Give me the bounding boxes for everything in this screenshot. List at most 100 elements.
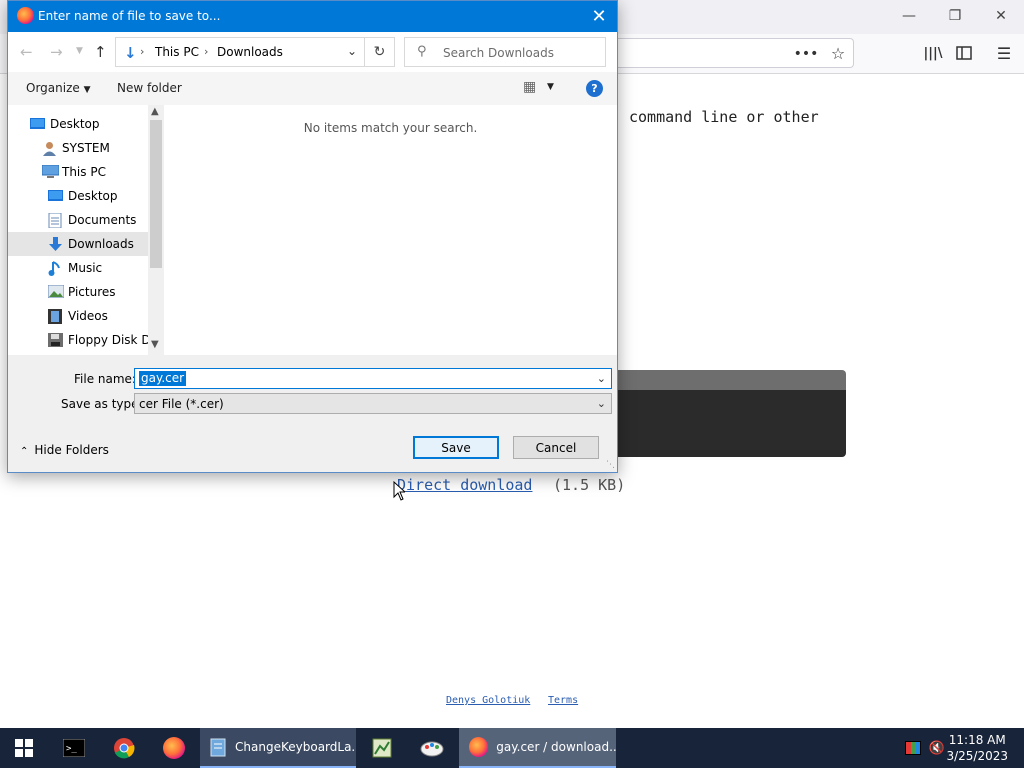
sidebar-item-label: Pictures bbox=[68, 285, 116, 299]
taskbar-task-firefox[interactable]: gay.cer / download... bbox=[459, 728, 616, 768]
sidebar-item-label: Videos bbox=[68, 309, 108, 323]
search-icon: ⚲ bbox=[417, 44, 427, 59]
restore-icon[interactable]: ❐ bbox=[932, 0, 978, 32]
firefox-icon bbox=[469, 737, 489, 757]
minimize-icon[interactable]: — bbox=[886, 0, 932, 32]
chevron-down-icon: ⌄ bbox=[596, 397, 606, 410]
sidebar-icon[interactable] bbox=[954, 43, 974, 63]
cancel-button[interactable]: Cancel bbox=[513, 436, 599, 459]
view-options-icon[interactable]: ▦ bbox=[523, 79, 536, 95]
terminal-icon[interactable]: >_ bbox=[50, 728, 98, 768]
breadcrumb-this-pc[interactable]: This PC bbox=[155, 45, 199, 59]
file-name-input[interactable]: gay.cer ⌄ bbox=[134, 368, 612, 389]
breadcrumb-separator-icon[interactable]: › bbox=[204, 45, 208, 58]
sidebar-item-label: Documents bbox=[68, 213, 137, 227]
file-list-pane[interactable]: No items match your search. bbox=[164, 105, 617, 355]
documents-icon bbox=[48, 212, 63, 229]
close-icon[interactable]: ✕ bbox=[585, 3, 613, 29]
forward-arrow-icon[interactable]: → bbox=[50, 43, 63, 61]
dialog-titlebar: Enter name of file to save to... ✕ bbox=[8, 1, 617, 32]
sidebar-item-label: SYSTEM bbox=[62, 141, 110, 155]
firefox-icon bbox=[17, 7, 34, 24]
more-options-icon[interactable]: ••• bbox=[794, 45, 819, 63]
organize-button[interactable]: Organize ▼ bbox=[26, 81, 91, 95]
breadcrumb-separator-icon[interactable]: › bbox=[140, 45, 144, 58]
star-icon[interactable]: ☆ bbox=[828, 44, 848, 63]
videos-icon bbox=[48, 309, 63, 324]
chevron-up-icon: ⌃ bbox=[20, 446, 29, 457]
scroll-down-icon[interactable]: ▼ bbox=[151, 339, 159, 350]
search-placeholder: Search Downloads bbox=[443, 46, 554, 60]
hide-folders-button[interactable]: ⌃ Hide Folders bbox=[20, 443, 109, 457]
up-arrow-icon[interactable]: ↑ bbox=[94, 43, 107, 61]
sidebar-item-videos[interactable]: Videos bbox=[8, 304, 148, 328]
address-bar[interactable]: ↓ › This PC › Downloads ⌄ bbox=[115, 37, 365, 67]
new-folder-button[interactable]: New folder bbox=[117, 81, 182, 95]
sidebar-item-desktop[interactable]: Desktop bbox=[8, 112, 148, 136]
chevron-down-icon: ▼ bbox=[83, 85, 91, 95]
sidebar-item-label: This PC bbox=[62, 165, 106, 179]
sidebar-item-system[interactable]: SYSTEM bbox=[8, 136, 148, 160]
nav-scrollbar[interactable]: ▲ ▼ bbox=[148, 105, 164, 355]
paint-icon[interactable] bbox=[408, 728, 456, 768]
save-button[interactable]: Save bbox=[413, 436, 499, 459]
file-name-value: gay.cer bbox=[139, 371, 187, 386]
sidebar-item-music[interactable]: Music bbox=[8, 256, 148, 280]
sidebar-item-this-pc[interactable]: This PC bbox=[8, 160, 148, 184]
resize-grip-icon[interactable]: ⋱ bbox=[606, 460, 615, 470]
mute-icon[interactable]: 🔇 bbox=[926, 728, 948, 768]
sidebar-item-label: Desktop bbox=[68, 189, 118, 203]
search-input[interactable]: ⚲ Search Downloads bbox=[404, 37, 606, 67]
sidebar-item-floppy-disk-dri[interactable]: Floppy Disk Dri bbox=[8, 328, 159, 352]
firefox-icon[interactable] bbox=[150, 728, 198, 768]
organize-label: Organize bbox=[26, 81, 80, 95]
scroll-up-icon[interactable]: ▲ bbox=[151, 106, 159, 117]
hamburger-menu-icon[interactable]: ☰ bbox=[994, 43, 1014, 63]
footer-terms-link[interactable]: Terms bbox=[548, 695, 578, 706]
breadcrumb-downloads[interactable]: Downloads bbox=[217, 45, 283, 59]
sidebar-item-label: Music bbox=[68, 261, 103, 275]
recent-dropdown-icon[interactable]: ▼ bbox=[76, 46, 83, 56]
command-bar: Organize ▼ New folder ▦ ▼ ? bbox=[8, 72, 617, 105]
chevron-down-icon[interactable]: ⌄ bbox=[597, 372, 606, 385]
url-bar[interactable]: ••• ☆ bbox=[600, 38, 854, 68]
desktop-icon bbox=[48, 189, 63, 202]
sidebar-item-pictures[interactable]: Pictures bbox=[8, 280, 148, 304]
sidebar-item-desktop[interactable]: Desktop bbox=[8, 184, 148, 208]
direct-download-link[interactable]: Direct download bbox=[397, 476, 532, 494]
task-label: gay.cer / download... bbox=[496, 740, 616, 754]
address-row: ← → ▼ ↑ ↓ › This PC › Downloads ⌄ ↻ ⚲ Se… bbox=[8, 32, 617, 72]
sidebar-item-label: Floppy Disk Dri bbox=[68, 333, 159, 347]
computer-icon bbox=[41, 164, 60, 178]
floppy-icon bbox=[48, 333, 63, 347]
sidebar-item-label: Downloads bbox=[68, 237, 134, 251]
sidebar-item-downloads[interactable]: Downloads bbox=[8, 232, 148, 256]
save-type-select[interactable]: cer File (*.cer) ⌄ bbox=[134, 393, 612, 414]
chevron-down-icon[interactable]: ⌄ bbox=[347, 44, 357, 58]
user-icon bbox=[42, 141, 57, 156]
color-icon[interactable] bbox=[902, 728, 924, 768]
library-icon[interactable]: |||\ bbox=[922, 43, 944, 63]
footer-author-link[interactable]: Denys Golotiuk bbox=[446, 695, 530, 706]
clock[interactable]: 11:18 AM 3/25/2023 bbox=[946, 732, 1008, 764]
scroll-thumb[interactable] bbox=[150, 120, 162, 268]
page-text-line: command line or other bbox=[629, 108, 819, 126]
code-box-header bbox=[600, 370, 846, 390]
sidebar-item-documents[interactable]: Documents bbox=[8, 208, 148, 232]
downloads-icon bbox=[48, 237, 63, 251]
chart-icon[interactable] bbox=[358, 728, 406, 768]
desktop-icon bbox=[30, 117, 45, 130]
chrome-icon[interactable] bbox=[100, 728, 148, 768]
back-arrow-icon[interactable]: ← bbox=[20, 43, 33, 61]
chevron-down-icon[interactable]: ▼ bbox=[547, 82, 554, 92]
close-icon[interactable]: ✕ bbox=[978, 0, 1024, 32]
music-icon bbox=[48, 261, 63, 276]
download-size: (1.5 KB) bbox=[553, 476, 626, 494]
svg-text:>_: >_ bbox=[66, 744, 77, 754]
notepad-icon bbox=[210, 738, 226, 757]
windows-start-icon[interactable] bbox=[0, 728, 48, 768]
taskbar-task-notepad[interactable]: ChangeKeyboardLa... bbox=[200, 728, 356, 768]
help-icon[interactable]: ? bbox=[586, 80, 603, 97]
refresh-icon[interactable]: ↻ bbox=[365, 37, 395, 67]
hide-folders-label: Hide Folders bbox=[34, 443, 109, 457]
